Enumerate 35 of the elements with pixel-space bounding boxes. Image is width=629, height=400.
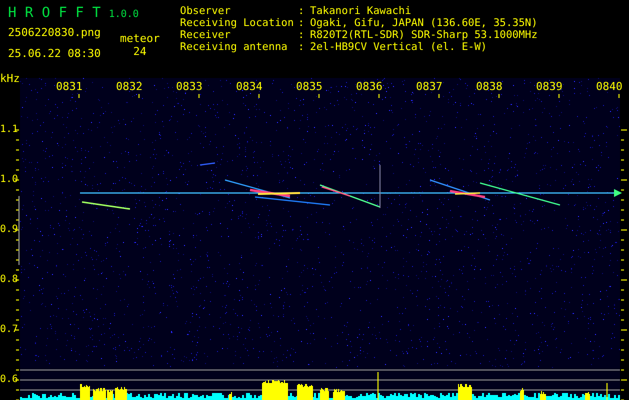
y-axis-label: 0.7 [0,324,18,336]
x-axis-label: 0832 [116,81,142,93]
y-axis-label: 1.1 [0,124,18,136]
meteor-label: meteor [120,32,160,45]
info-value: R820T2(RTL-SDR) SDR-Sharp 53.1000MHz [310,29,538,41]
info-value: 2el-HB9CV Vertical (el. E-W) [310,41,488,53]
x-axis-label: 0834 [236,81,262,93]
separator: : [298,41,306,53]
x-axis-label: 0840 [596,81,622,93]
y-axis-label: 0.8 [0,274,18,286]
meteor-count: 24 [133,45,146,58]
x-axis-label: 0835 [296,81,322,93]
file-name: 2506220830.png [8,26,102,39]
info-label: Receiver [180,29,232,41]
info-label: Receiving Location [180,17,295,29]
x-axis-label: 0836 [356,81,382,93]
app-title: H R O F F T [8,4,101,22]
info-value: Ogaki, Gifu, JAPAN (136.60E, 35.35N) [310,17,538,29]
x-axis-label: 0838 [476,81,502,93]
separator: : [298,17,306,29]
info-value: Takanori Kawachi [310,5,412,17]
x-axis-label: 0839 [536,81,562,93]
y-axis-label: 1.0 [0,174,18,186]
x-axis-label: 0831 [56,81,82,93]
timestamp: 25.06.22 08:30 [8,47,102,60]
separator: : [298,5,306,17]
separator: : [298,29,306,41]
y-axis-label: 0.9 [0,224,18,236]
x-axis-label: 0837 [416,81,442,93]
version-label: 1.0.0 [108,8,139,22]
x-axis-label: 0833 [176,81,202,93]
info-label: Observer [180,5,232,17]
info-label: Receiving antenna [180,41,288,53]
axis-unit: kHz [0,73,20,85]
y-axis-label: 0.6 [0,374,18,386]
